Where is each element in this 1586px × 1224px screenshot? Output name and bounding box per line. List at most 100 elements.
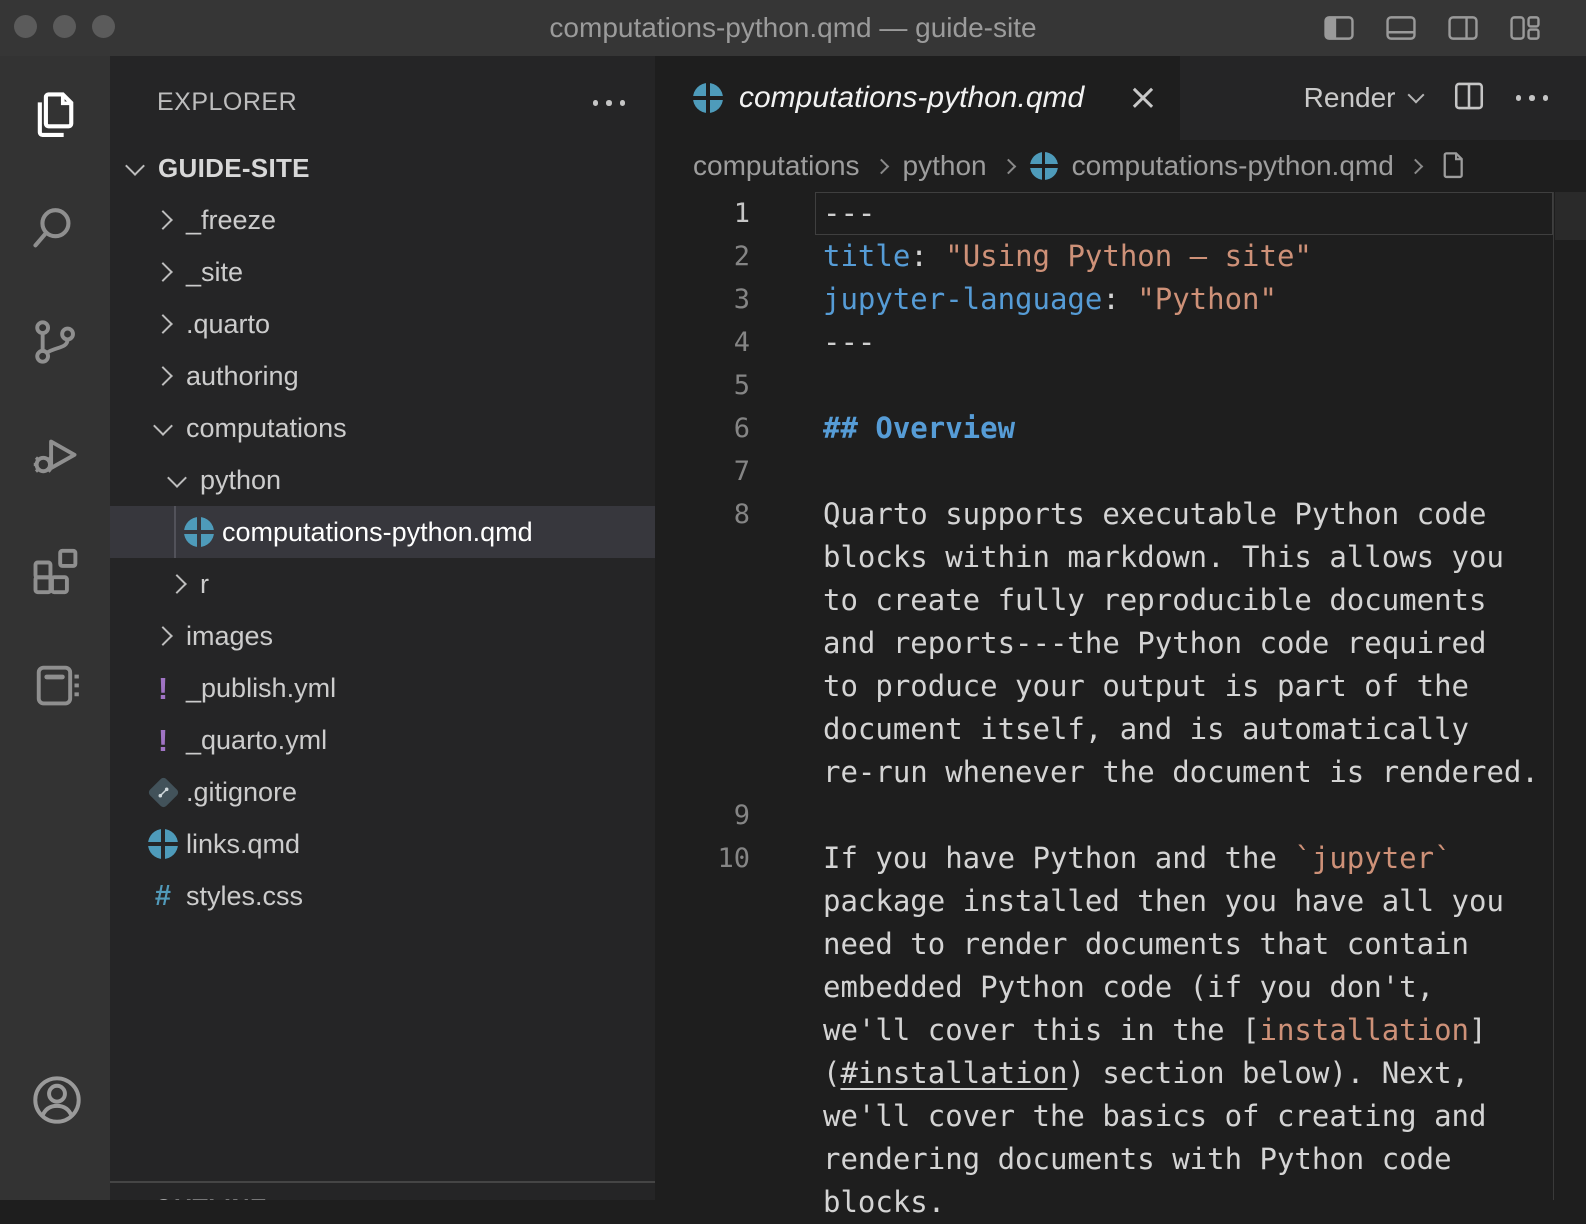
code-line: 3jupyter-language: "Python" [655,278,1586,321]
tree-item-styles-css[interactable]: # styles.css [110,870,655,922]
line-number: 6 [655,407,750,450]
scrollbar-slider[interactable] [1555,192,1586,240]
extensions-icon[interactable] [29,543,81,595]
chevron-right-icon [153,210,173,230]
outline-label: OUTLINE [154,1195,267,1200]
tree-item-gitignore[interactable]: .gitignore [110,766,655,818]
chevron-right-icon [153,626,173,646]
tree-item-guide-site[interactable]: GUIDE-SITE [110,142,655,194]
tree-item-authoring[interactable]: authoring [110,350,655,402]
tree-item-label: r [200,569,209,600]
tab-bar: computations-python.qmd × Render [655,56,1586,140]
tree-item-links-qmd[interactable]: links.qmd [110,818,655,870]
quarto-file-icon [184,517,214,547]
tree-item-label: images [186,621,273,652]
source-control-icon[interactable] [29,316,81,368]
chevron-right-icon [153,366,173,386]
activity-bar [0,56,110,1200]
scrollbar-divider [1553,192,1554,1200]
tree-item-computations-python-qmd[interactable]: computations-python.qmd [110,506,655,558]
line-number: 1 [655,192,750,235]
tree-item-site[interactable]: _site [110,246,655,298]
tree-item-label: links.qmd [186,829,300,860]
tree-item-quarto-yml[interactable]: !_quarto.yml [110,714,655,766]
tree-item-label: authoring [186,361,299,392]
code-line: blocks within markdown. This allows you [655,536,1586,579]
quarto-file-icon [693,83,723,113]
tree-item-label: .gitignore [186,777,297,808]
explorer-icon[interactable] [29,89,81,141]
tree-item-label: styles.css [186,881,303,912]
tree-item-label: _publish.yml [186,673,336,704]
chevron-down-icon [125,156,145,176]
toggle-panel-icon[interactable] [1384,11,1418,45]
breadcrumb-separator-icon [873,158,889,174]
breadcrumb-item-python[interactable]: python [903,150,987,182]
customize-layout-icon[interactable] [1508,11,1542,45]
chevron-down-icon [1407,87,1424,104]
code-line: to create fully reproducible documents [655,579,1586,622]
toggle-primary-sidebar-icon[interactable] [1322,11,1356,45]
breadcrumb-item-computations-python-qmd[interactable]: computations-python.qmd [1072,150,1394,182]
editor-group: computations-python.qmd × Render computa… [655,56,1586,1200]
code-line: document itself, and is automatically [655,708,1586,751]
chevron-right-icon [153,314,173,334]
chevron-down-icon [167,468,187,488]
explorer-more-actions-icon[interactable] [593,100,626,106]
account-icon[interactable] [29,1072,81,1124]
git-file-icon [147,776,180,809]
css-file-icon: # [155,882,171,911]
outline-section-header[interactable]: OUTLINE [110,1181,655,1200]
breadcrumbs: computations python computations-python.qm… [655,140,1586,192]
tab-computations-python[interactable]: computations-python.qmd × [655,56,1180,140]
code-line: blocks. [655,1181,1586,1224]
tree-item-quarto[interactable]: .quarto [110,298,655,350]
code-line: 6## Overview [655,407,1586,450]
line-number: 9 [655,794,750,837]
run-debug-icon[interactable] [29,429,81,481]
tab-title: computations-python.qmd [739,81,1084,115]
tree-item-label: _freeze [186,205,276,236]
line-number: 10 [655,837,750,880]
tree-item-images[interactable]: images [110,610,655,662]
code-line: 9 [655,794,1586,837]
code-line: 8Quarto supports executable Python code [655,493,1586,536]
line-number: 3 [655,278,750,321]
tree-item-r[interactable]: r [110,558,655,610]
tab-close-icon[interactable]: × [1128,80,1158,116]
line-number: 2 [655,235,750,278]
file-outline-icon [1437,150,1469,182]
tree-item-python[interactable]: python [110,454,655,506]
code-line: re-run whenever the document is rendered… [655,751,1586,794]
tree-item-computations[interactable]: computations [110,402,655,454]
breadcrumb-item-computations[interactable]: computations [693,150,860,182]
tree-item-publish-yml[interactable]: !_publish.yml [110,662,655,714]
tree-item-label: _quarto.yml [186,725,327,756]
tree-item-freeze[interactable]: _freeze [110,194,655,246]
line-number: 7 [655,450,750,493]
code-line: 2title: "Using Python — site" [655,235,1586,278]
render-label: Render [1304,82,1396,114]
code-line: embedded Python code (if you don't, [655,966,1586,1009]
notebook-icon[interactable] [29,659,81,711]
code-editor[interactable]: 1---2title: "Using Python — site"3jupyte… [655,192,1586,1200]
code-line: we'll cover this in the [installation] [655,1009,1586,1052]
tree-item-label: computations-python.qmd [222,517,533,548]
render-button[interactable]: Render [1304,82,1422,114]
split-editor-icon[interactable] [1452,79,1486,118]
code-line: to produce your output is part of the [655,665,1586,708]
code-line: we'll cover the basics of creating and [655,1095,1586,1138]
chevron-right-icon [153,262,173,282]
code-line: 1--- [655,192,1586,235]
search-icon[interactable] [29,202,81,254]
quarto-file-icon [148,829,178,859]
toggle-secondary-sidebar-icon[interactable] [1446,11,1480,45]
more-actions-icon[interactable] [1516,95,1549,101]
code-line: need to render documents that contain [655,923,1586,966]
editor-actions: Render [1304,56,1586,140]
code-line: (#installation) section below). Next, [655,1052,1586,1095]
code-line: 7 [655,450,1586,493]
explorer-sidebar: EXPLORER GUIDE-SITE_freeze_site.quartoau… [110,56,655,1200]
code-line: and reports---the Python code required [655,622,1586,665]
breadcrumb-separator-icon [1408,158,1424,174]
